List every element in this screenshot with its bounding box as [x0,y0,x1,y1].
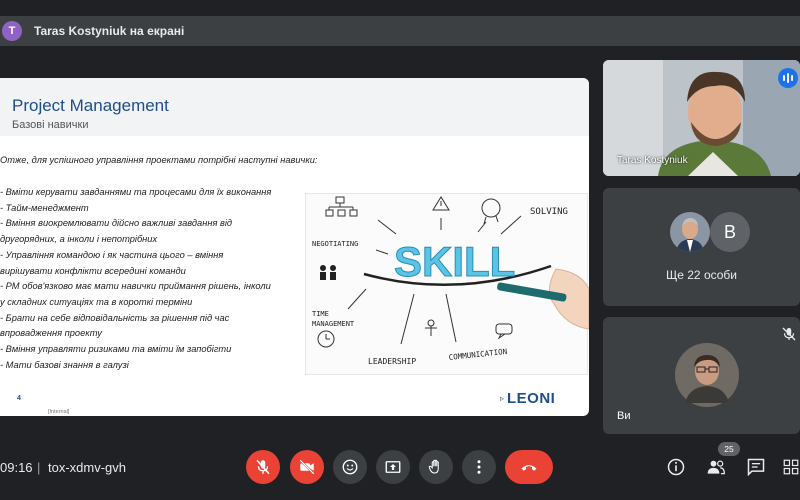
negotiating-word: NEGOTIATING [312,240,358,248]
more-participants-label: Ще 22 особи [666,268,737,282]
present-screen-button[interactable] [376,450,410,484]
time-word: TIME [312,310,329,318]
slide-bullet: - РМ обов'язково має мати навички прийма… [0,281,271,292]
raise-hand-button[interactable] [419,450,453,484]
slide-bullet: - Вміння виокремлювати дійсно важливі за… [0,218,233,229]
present-screen-icon [385,461,401,473]
mic-toggle-button[interactable] [246,450,280,484]
camera-off-icon [299,459,315,475]
info-icon [667,458,685,476]
participant-photo [670,212,710,252]
slide-title: Project Management [12,96,169,115]
speaking-indicator-icon [778,68,798,88]
participants-button[interactable] [704,455,728,479]
communication-word: COMMUNICATION [448,347,507,362]
slide-bullet: впровадження проекту [0,328,102,339]
meeting-code: tox-xdmv-gvh [48,460,127,475]
presenter-banner: T Taras Kostyniuk на екрані [0,16,800,46]
slide-bullet: - Брати на себе відповідальність за ріше… [0,312,230,323]
presenter-video-tile[interactable]: Taras Kostyniuk [603,60,800,176]
slide-bullet: - Вміння управляти ризиками та вміти їм … [0,344,232,355]
self-avatar-photo [675,343,739,407]
participant-count-badge: 25 [718,442,740,456]
head-icon [481,198,501,225]
slide-header: Project Management Базові навички [0,78,589,136]
skill-word: SKILL [394,238,515,285]
participant-avatar-photo [670,212,710,252]
skill-illustration-svg: SKILL SOLVING NEGOTIATING TIME MANAGEMEN… [312,196,589,366]
other-participants-tile[interactable]: B Ще 22 особи [603,188,800,306]
emoji-icon [342,459,358,475]
org-chart-icon [325,196,358,217]
chat-button[interactable] [744,455,768,479]
slide-bullet: - Мати базові знання в галузі [0,359,129,370]
leave-call-button[interactable] [505,450,553,484]
shared-screen-slide: Project Management Базові навички Отже, … [0,78,589,416]
leoni-logo: ▹ LEONI [500,390,555,407]
more-vert-icon [477,460,481,474]
slide-bullet: - Управління командою і як частина цього… [0,249,224,260]
leadership-word: LEADERSHIP [368,357,416,366]
people-icon [320,265,336,280]
slide-intro-text: Отже, для успішного управління проектами… [0,155,318,165]
presenter-banner-text: Taras Kostyniuk на екрані [34,24,185,38]
camera-toggle-button[interactable] [290,450,324,484]
leoni-logo-mark-icon: ▹ [500,394,505,403]
reactions-button[interactable] [333,450,367,484]
more-options-button[interactable] [462,450,496,484]
meeting-info-separator: | [37,460,41,475]
speech-bubble-icon [495,323,513,340]
activities-icon [783,459,799,475]
slide-bullet-list: - Вміти керувати завданнями та процесами… [0,185,300,373]
clock-icon [317,330,335,348]
self-label: Ви [617,410,631,422]
hand-icon [428,459,439,474]
people-icon [707,460,725,475]
mic-off-icon [256,459,270,475]
slide-bullet: - Тайм-менеджмент [0,202,89,213]
slide-bullet: другорядних, а інколи і непотрібних [0,234,158,245]
slide-bullet: - Вміти керувати завданнями та процесами… [0,187,272,197]
self-video-tile[interactable]: Ви [603,317,800,434]
leader-icon [425,319,437,336]
management-word: MANAGEMENT [312,320,355,328]
bottom-control-bar: 09:16 | tox-xdmv-gvh [0,440,800,494]
mic-muted-icon [782,327,796,341]
leoni-logo-text: LEONI [507,390,556,407]
slide-page-number: 4 [17,395,21,402]
slide-bullet: вирішувати конфлікти всередині команди [0,265,186,276]
meeting-clock: 09:16 [0,460,33,475]
slide-bullet: у складних ситуаціях та в короткі термін… [0,296,193,307]
presenter-avatar: T [2,21,22,41]
meeting-details-button[interactable] [664,455,688,479]
slide-classification-label: [Internal] [48,409,70,415]
chat-icon [747,458,765,477]
presenter-name-label: Taras Kostyniuk [617,155,688,166]
hang-up-icon [521,465,537,471]
solving-word: SOLVING [530,207,568,217]
slide-subtitle: Базові навички [12,119,89,131]
activities-button[interactable] [782,455,800,479]
skill-illustration: SKILL SOLVING NEGOTIATING TIME MANAGEMEN… [305,193,589,375]
warning-icon [432,196,450,211]
participant-avatar-b: B [710,212,750,252]
